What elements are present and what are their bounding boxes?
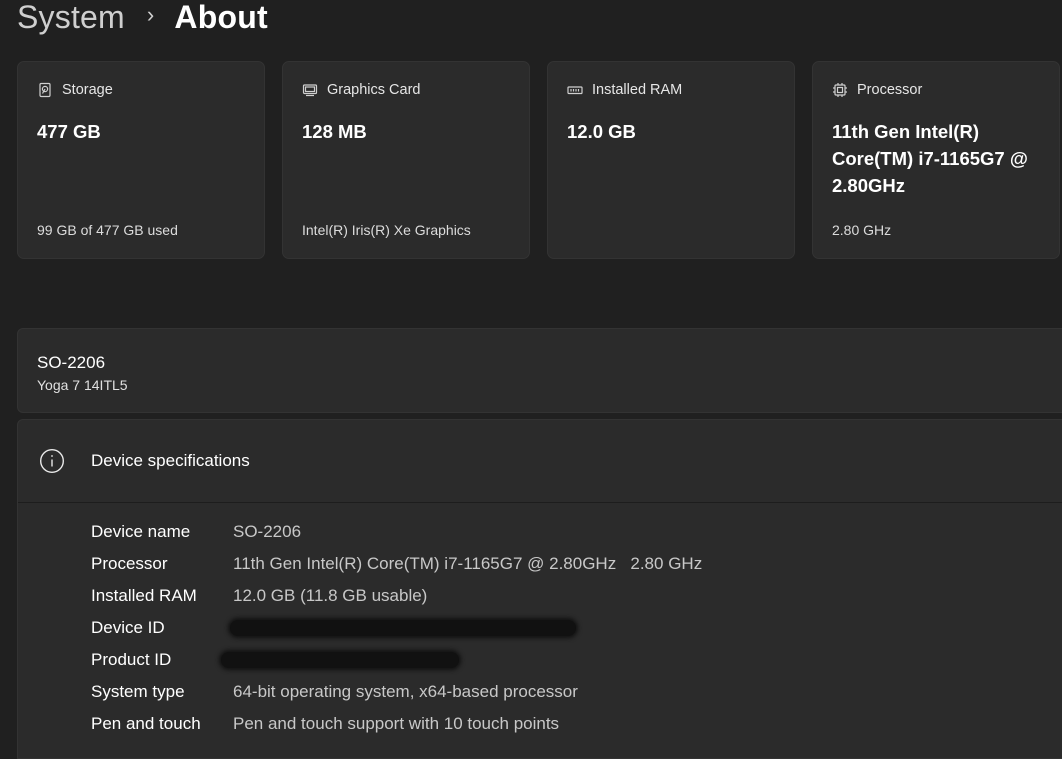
storage-card-sub: 99 GB of 477 GB used [37, 222, 178, 238]
processor-card-title: Processor [857, 82, 923, 98]
ram-card-header: Installed RAM [567, 82, 775, 98]
spec-value[interactable]: SO-2206 [233, 522, 301, 542]
device-specifications-title: Device specifications [91, 451, 250, 470]
spec-row-device-name: Device name SO-2206 [91, 516, 702, 548]
spec-value[interactable]: Pen and touch support with 10 touch poin… [233, 714, 559, 734]
redaction-mark [230, 620, 576, 636]
processor-card-value: 11th Gen Intel(R) Core(TM) i7-1165G7 @ 2… [832, 121, 1028, 196]
storage-card-title: Storage [62, 82, 113, 98]
spec-label: Device name [91, 522, 191, 541]
device-specifications-header[interactable]: Device specifications [18, 420, 1062, 503]
info-icon [39, 448, 65, 474]
breadcrumb: System › About [17, 0, 268, 40]
device-model: Yoga 7 14ITL5 [37, 377, 128, 393]
storage-card-value: 477 GB [37, 121, 101, 142]
redaction-mark [221, 652, 459, 668]
storage-card[interactable]: Storage 477 GB 99 GB of 477 GB used [17, 61, 265, 259]
spec-label: System type [91, 682, 185, 701]
summary-cards: Storage 477 GB 99 GB of 477 GB used Grap… [17, 61, 1060, 259]
processor-card-header: Processor [832, 82, 1040, 98]
processor-card[interactable]: Processor 11th Gen Intel(R) Core(TM) i7-… [812, 61, 1060, 259]
spec-label: Device ID [91, 618, 165, 637]
spec-row-product-id: Product ID [91, 644, 702, 676]
storage-icon [39, 82, 51, 98]
spec-value[interactable]: 64-bit operating system, x64-based proce… [233, 682, 578, 702]
spec-table: Device name SO-2206 Processor 11th Gen I… [91, 516, 702, 740]
spec-row-device-id: Device ID [91, 612, 702, 644]
spec-value[interactable]: 11th Gen Intel(R) Core(TM) i7-1165G7 @ 2… [233, 554, 702, 574]
page-title: About [174, 0, 268, 35]
device-specifications-section: Device specifications Device name SO-220… [17, 419, 1062, 759]
graphics-card-title: Graphics Card [327, 82, 421, 98]
graphics-card-card[interactable]: Graphics Card 128 MB Intel(R) Iris(R) Xe… [282, 61, 530, 259]
device-name: SO-2206 [37, 353, 106, 372]
device-name-panel[interactable]: SO-2206 Yoga 7 14ITL5 [17, 328, 1062, 413]
ram-icon [567, 86, 583, 95]
spec-row-system-type: System type 64-bit operating system, x64… [91, 676, 702, 708]
graphics-card-header: Graphics Card [302, 82, 510, 98]
spec-row-installed-ram: Installed RAM 12.0 GB (11.8 GB usable) [91, 580, 702, 612]
spec-label: Processor [91, 554, 168, 573]
processor-icon [833, 83, 847, 97]
graphics-card-value: 128 MB [302, 121, 367, 142]
ram-card[interactable]: Installed RAM 12.0 GB [547, 61, 795, 259]
ram-card-title: Installed RAM [592, 82, 683, 98]
spec-row-processor: Processor 11th Gen Intel(R) Core(TM) i7-… [91, 548, 702, 580]
ram-card-value: 12.0 GB [567, 121, 636, 142]
spec-label: Product ID [91, 650, 172, 669]
processor-card-sub: 2.80 GHz [832, 222, 892, 238]
spec-label: Installed RAM [91, 586, 197, 605]
chevron-right-icon: › [146, 2, 155, 27]
spec-label: Pen and touch [91, 714, 201, 733]
breadcrumb-system[interactable]: System [17, 0, 125, 36]
graphics-card-icon [302, 84, 318, 97]
spec-row-pen-and-touch: Pen and touch Pen and touch support with… [91, 708, 702, 740]
graphics-card-sub: Intel(R) Iris(R) Xe Graphics [302, 222, 471, 238]
spec-value[interactable]: 12.0 GB (11.8 GB usable) [233, 586, 427, 606]
storage-card-header: Storage [37, 82, 245, 98]
